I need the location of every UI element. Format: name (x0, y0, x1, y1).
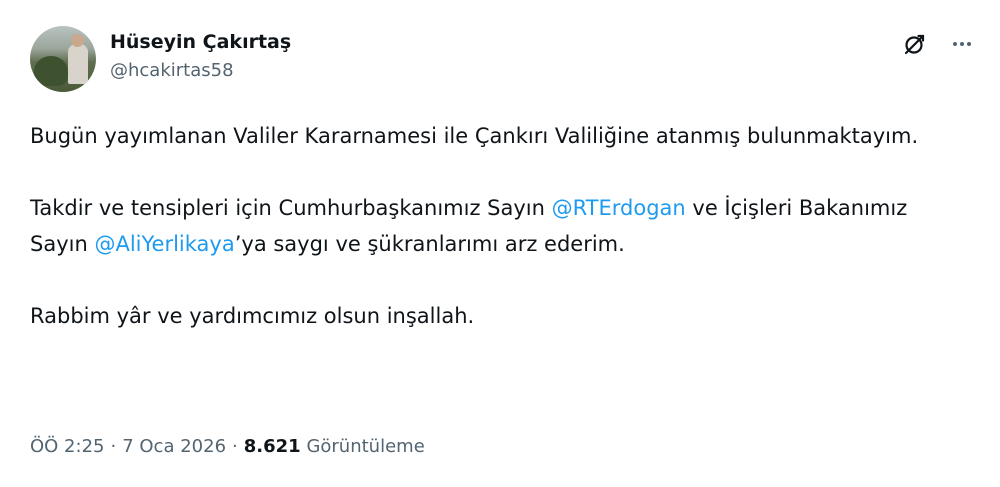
tweet-text: Bugün yayımlanan Valiler Kararnamesi ile… (30, 118, 970, 334)
author-handle[interactable]: @hcakirtas58 (110, 58, 291, 84)
views-count[interactable]: 8.621 (244, 436, 301, 457)
author-names: Hüseyin Çakırtaş @hcakirtas58 (110, 29, 291, 84)
avatar-head (71, 34, 84, 47)
tweet-card: Hüseyin Çakırtaş @hcakirtas58 Bugün yayı… (0, 0, 1000, 487)
tweet-header: Hüseyin Çakırtaş @hcakirtas58 (30, 26, 980, 96)
more-icon[interactable] (948, 30, 976, 58)
avatar-person (68, 44, 88, 84)
mention-link-aliyerlikaya[interactable]: @AliYerlikaya (94, 232, 234, 256)
tweet-meta: ÖÖ 2:25 · 7 Oca 2026 · 8.621 Görüntüleme (30, 432, 425, 462)
meta-separator: · (110, 436, 117, 457)
author-display-name[interactable]: Hüseyin Çakırtaş (110, 29, 291, 55)
tweet-time[interactable]: ÖÖ 2:25 (30, 436, 104, 457)
meta-separator: · (232, 436, 238, 457)
avatar[interactable] (30, 26, 96, 92)
tweet-text-fragment: ’ya saygı ve şükranlarımı arz ederim. (234, 232, 625, 256)
header-actions (900, 30, 976, 58)
slashed-circle-icon[interactable] (900, 30, 928, 58)
mention-link-rterdogan[interactable]: @RTErdogan (552, 196, 686, 220)
avatar-tree (34, 56, 68, 86)
tweet-paragraph-2: Takdir ve tensipleri için Cumhurbaşkanım… (30, 190, 970, 262)
views-label[interactable]: Görüntüleme (306, 436, 424, 457)
tweet-paragraph-1: Bugün yayımlanan Valiler Kararnamesi ile… (30, 124, 919, 148)
tweet-text-fragment: Takdir ve tensipleri için Cumhurbaşkanım… (30, 196, 552, 220)
tweet-date[interactable]: 7 Oca 2026 (122, 436, 226, 457)
tweet-paragraph-3: Rabbim yâr ve yardımcımız olsun inşallah… (30, 304, 475, 328)
